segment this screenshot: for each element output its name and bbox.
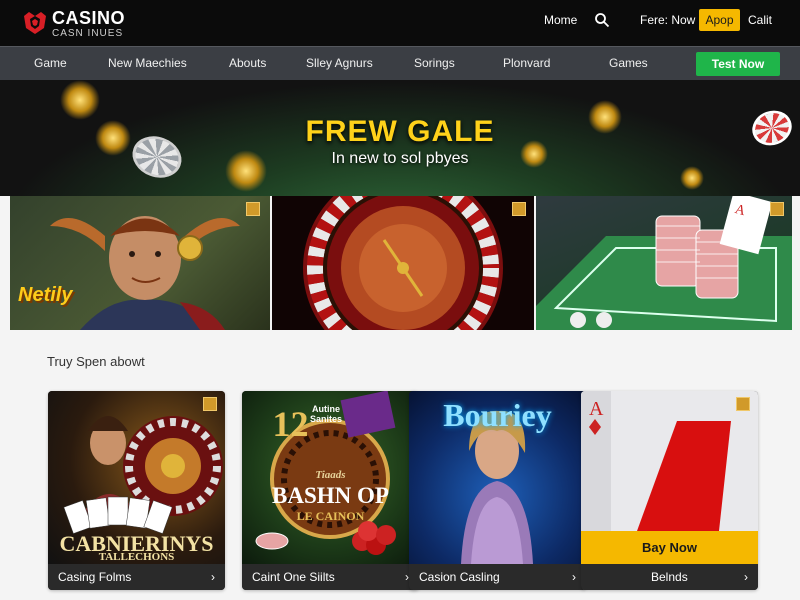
game-card[interactable]: 12 Autine Sanites Tiaads BASHN OP LE CAI…: [242, 391, 419, 590]
card-footer: Caint One Siilts ›: [242, 564, 419, 590]
badge-icon: [246, 202, 260, 216]
nav-item-plonvard[interactable]: Plonvard: [503, 56, 550, 70]
card-title-art: Bouriey: [443, 397, 552, 433]
home-link[interactable]: Mome: [544, 13, 577, 27]
card-title-art: BASHN OP: [272, 483, 389, 508]
hero-light: [60, 80, 100, 120]
game-panel-roulette[interactable]: [272, 196, 534, 330]
chevron-right-icon: ›: [572, 570, 576, 584]
badge-icon: [512, 202, 526, 216]
cart-link[interactable]: Calit: [748, 13, 772, 27]
card-image: Bouriey: [409, 391, 586, 564]
card-label: Casion Casling: [419, 570, 500, 584]
badge-icon: [770, 202, 784, 216]
brand-tagline: CASN INUES: [52, 28, 124, 39]
game-card[interactable]: Bouriey Casion Casling ›: [409, 391, 586, 590]
card-subtitle-art: TALLECHONS: [98, 551, 175, 563]
top-header: CASINO CASN INUES Mome Fere: Now Apop Ca…: [0, 0, 800, 46]
card-label: Casing Folms: [58, 570, 132, 584]
card-label: Caint One Siilts: [252, 570, 335, 584]
buy-now-button[interactable]: Bay Now: [581, 531, 758, 564]
brand-logo[interactable]: CASINO CASN INUES: [22, 6, 152, 40]
chevron-right-icon: ›: [744, 570, 748, 584]
chevron-right-icon: ›: [211, 570, 215, 584]
card-subtitle-art: LE CAINON: [296, 509, 365, 523]
nav-item-new-machines[interactable]: New Maechies: [108, 56, 187, 70]
game-panel-table[interactable]: A: [536, 196, 792, 330]
badge-icon: [736, 397, 750, 411]
app-button[interactable]: Apop: [699, 9, 740, 31]
card-footer: Casing Folms ›: [48, 564, 225, 590]
game-card[interactable]: CABNIERINYS TALLECHONS Casing Folms ›: [48, 391, 225, 590]
section-title: Truy Spen abowt: [47, 354, 145, 369]
card-footer: Casion Casling ›: [409, 564, 586, 590]
search-icon[interactable]: [594, 12, 610, 28]
hero-subtitle: In new to sol pbyes: [331, 150, 469, 167]
crown-shield-icon: [24, 12, 46, 34]
hero-title: FREW GALE: [305, 115, 495, 148]
card-footer: Belnds ›: [581, 564, 758, 590]
chips-table-illustration: A: [536, 196, 792, 330]
hero-banner: FREW GALE In new to sol pbyes: [0, 80, 800, 196]
game-panel-character[interactable]: Netily: [10, 196, 270, 330]
main-nav: Game New Maechies Abouts Slley Agnurs So…: [0, 46, 800, 80]
playing-card-illustration: A: [581, 391, 731, 531]
roulette-wheel: [303, 196, 503, 330]
jester-illustration: [50, 216, 240, 330]
card-top-small-art: Tiaads: [315, 469, 346, 481]
hero-light: [680, 166, 704, 190]
svg-text:A: A: [589, 398, 604, 420]
card-label: Belnds: [651, 570, 688, 584]
test-now-button[interactable]: Test Now: [696, 52, 780, 76]
free-now-link[interactable]: Fere: Now: [640, 13, 695, 27]
nav-item-abouts[interactable]: Abouts: [229, 56, 266, 70]
nav-item-sorings[interactable]: Sorings: [414, 56, 455, 70]
nav-item-games[interactable]: Games: [609, 56, 648, 70]
card-image: 12 Autine Sanites Tiaads BASHN OP LE CAI…: [242, 391, 419, 564]
nav-item-game[interactable]: Game: [34, 56, 67, 70]
card-image: A Bay Now: [581, 391, 758, 564]
badge-icon: [203, 397, 217, 411]
card-ribbon-text: Autine Sanites: [309, 404, 342, 424]
nav-item-agents[interactable]: Slley Agnurs: [306, 56, 373, 70]
game-logo-text: Netily: [18, 284, 73, 306]
game-card[interactable]: A Bay Now Belnds ›: [581, 391, 758, 590]
brand-name: CASINO: [52, 8, 126, 28]
card-image: CABNIERINYS TALLECHONS: [48, 391, 225, 564]
